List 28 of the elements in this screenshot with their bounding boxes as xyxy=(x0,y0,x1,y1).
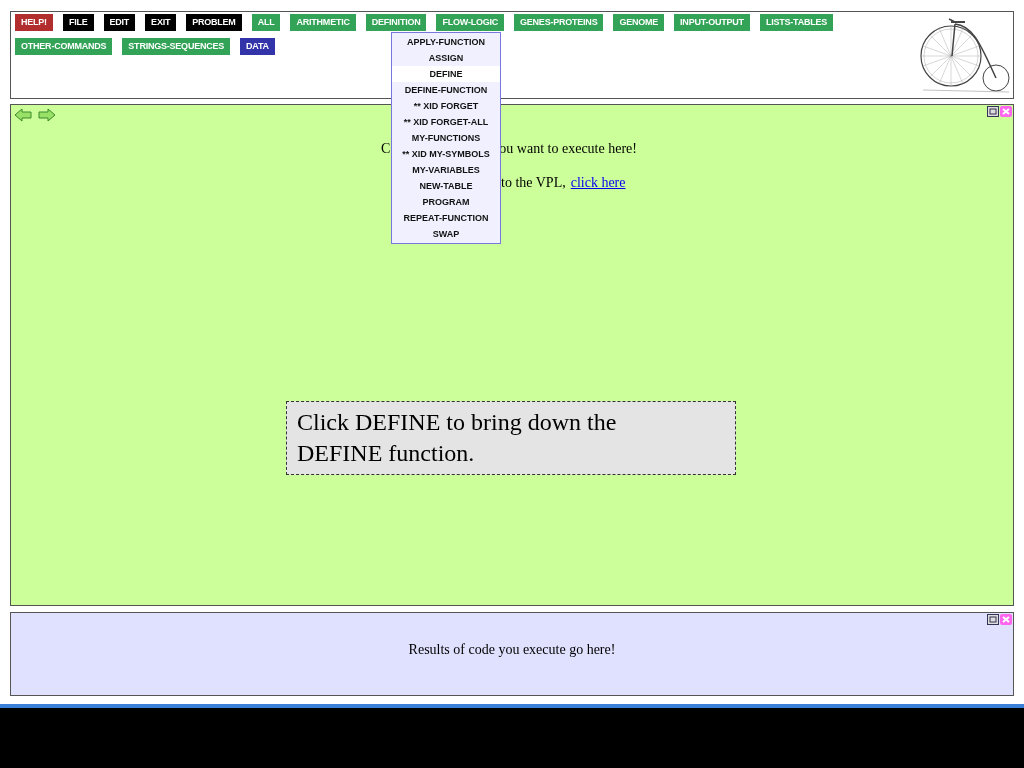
code-panel-text: to the VPL, xyxy=(501,174,566,192)
dropdown-item[interactable]: ASSIGN xyxy=(392,50,500,66)
dropdown-item[interactable]: SWAP xyxy=(392,226,500,242)
hint-text: Click DEFINE to bring down the DEFINE function. xyxy=(297,408,618,468)
back-arrow-icon[interactable] xyxy=(14,108,32,122)
code-panel-text: C xyxy=(381,140,391,158)
dropdown-item[interactable]: APPLY-FUNCTION xyxy=(392,34,500,50)
dropdown-item[interactable]: MY-VARIABLES xyxy=(392,162,500,178)
menu-button[interactable]: EDIT xyxy=(103,14,136,31)
menu-button[interactable]: PROBLEM xyxy=(186,14,242,31)
maximize-icon[interactable] xyxy=(987,106,999,117)
dropdown-item[interactable]: REPEAT-FUNCTION xyxy=(392,210,500,226)
vpl-link[interactable]: click here xyxy=(570,172,626,193)
forward-arrow-icon[interactable] xyxy=(38,108,56,122)
dropdown-item[interactable]: PROGRAM xyxy=(392,194,500,210)
menu-button[interactable]: EXIT xyxy=(145,14,177,31)
dropdown-item[interactable]: MY-FUNCTIONS xyxy=(392,130,500,146)
dropdown-item[interactable]: ** XID FORGET xyxy=(392,98,500,114)
dropdown-item[interactable]: DEFINE-FUNCTION xyxy=(392,82,500,98)
dropdown-item[interactable]: ** XID MY-SYMBOLS xyxy=(392,146,500,162)
maximize-icon[interactable] xyxy=(987,614,999,625)
dropdown-item[interactable]: ** XID FORGET-ALL xyxy=(392,114,500,130)
menu-button[interactable]: FILE xyxy=(62,14,94,31)
dropdown-item[interactable]: NEW-TABLE xyxy=(392,178,500,194)
menu-button[interactable]: HELP! xyxy=(15,14,53,31)
dropdown-item[interactable]: DEFINE xyxy=(392,66,500,82)
results-text: Results of code you execute go here! xyxy=(408,641,616,659)
menu-button[interactable]: DATA xyxy=(240,38,275,55)
